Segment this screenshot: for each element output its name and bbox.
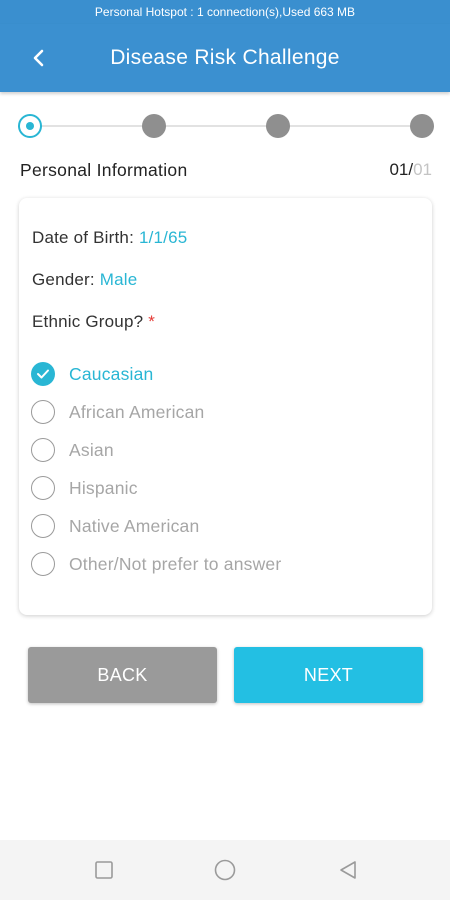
dob-label: Date of Birth: [32,228,139,247]
option-african-american[interactable]: African American [31,398,204,426]
system-nav-bar [0,840,450,900]
status-bar-text: Personal Hotspot : 1 connection(s),Used … [94,5,356,19]
progress-stepper [18,112,434,140]
home-icon[interactable] [213,858,237,882]
radio-icon[interactable] [31,514,55,538]
app-header: Disease Risk Challenge [0,24,450,92]
step-2-indicator [142,114,166,138]
option-label: Hispanic [69,477,138,498]
next-button[interactable]: NEXT [234,647,423,703]
step-4-indicator [410,114,434,138]
recent-apps-icon[interactable] [92,858,116,882]
question-counter: 01/01 [389,160,432,180]
section-title: Personal Information [20,160,188,180]
option-hispanic[interactable]: Hispanic [31,474,138,502]
section-header: Personal Information 01/01 [20,160,432,184]
stepper-line [30,125,422,127]
option-native-american[interactable]: Native American [31,512,199,540]
radio-icon[interactable] [31,400,55,424]
ethnic-group-label: Ethnic Group? [32,312,149,331]
back-triangle-icon[interactable] [336,858,360,882]
option-asian[interactable]: Asian [31,436,114,464]
gender-field: Gender: Male [32,270,137,290]
page-title: Disease Risk Challenge [110,46,340,69]
gender-value: Male [99,270,138,289]
radio-icon[interactable] [31,552,55,576]
status-bar: Personal Hotspot : 1 connection(s),Used … [0,0,450,24]
counter-total: 01 [413,160,432,179]
ethnic-group-question: Ethnic Group? * [32,312,155,332]
option-label: African American [69,401,205,422]
checked-radio-icon[interactable] [31,362,55,386]
radio-icon[interactable] [31,476,55,500]
checkmark-icon [37,369,49,379]
radio-icon[interactable] [31,438,55,462]
form-card: Date of Birth: 1/1/65 Gender: Male Ethni… [19,198,432,615]
step-3-indicator [266,114,290,138]
option-label: Native American [69,515,200,536]
step-1-indicator [18,114,42,138]
dob-field: Date of Birth: 1/1/65 [32,228,187,248]
option-other[interactable]: Other/Not prefer to answer [31,550,281,578]
dob-value: 1/1/65 [138,228,188,247]
option-caucasian[interactable]: Caucasian [31,360,154,388]
option-label: Caucasian [69,363,154,384]
required-asterisk: * [148,312,156,331]
option-label: Other/Not prefer to answer [69,553,282,574]
back-button[interactable]: BACK [28,647,217,703]
gender-label: Gender: [32,270,100,289]
option-label: Asian [69,439,114,460]
counter-current: 01/ [389,160,414,179]
